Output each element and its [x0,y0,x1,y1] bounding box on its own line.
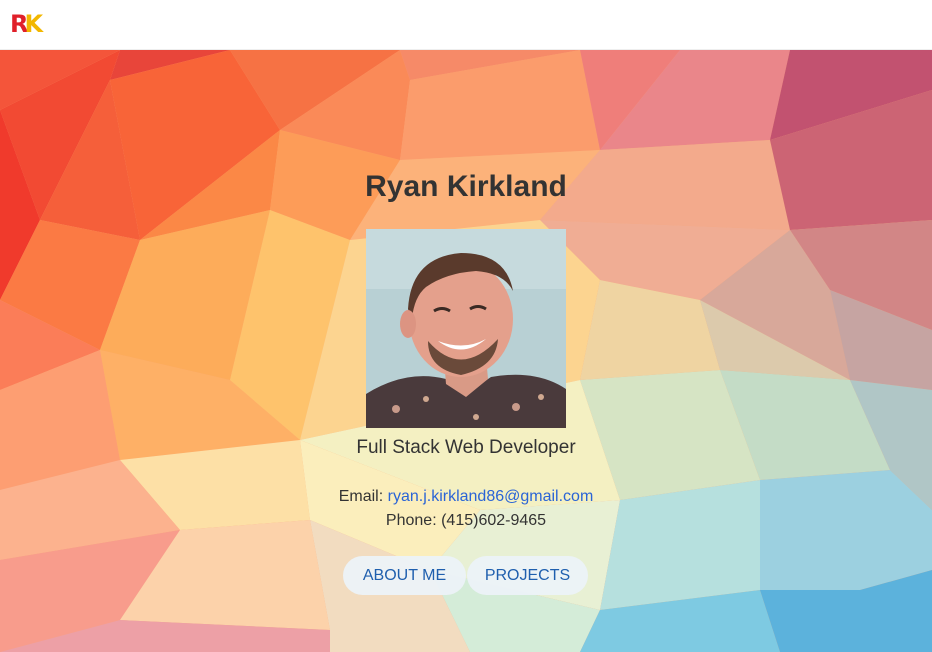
profile-name: Ryan Kirkland [365,170,567,203]
email-link[interactable]: ryan.j.kirkland86@gmail.com [388,488,594,505]
logo-letter-r: R [10,10,29,38]
email-row: Email: ryan.j.kirkland86@gmail.com [0,488,932,506]
profile-title: Full Stack Web Developer [356,437,576,458]
site-logo[interactable]: RK [10,10,43,38]
top-navbar: RK [0,0,932,50]
phone-label: Phone: [385,512,437,529]
about-me-button[interactable]: ABOUT ME [343,556,466,595]
portrait-image [366,229,566,428]
projects-button[interactable]: PROJECTS [467,556,588,595]
logo-letter-k: K [24,10,43,38]
phone-row: Phone: (415)602-9465 [0,512,932,530]
phone-value: (415)602-9465 [441,512,547,529]
profile-photo [366,229,566,428]
email-label: Email: [338,488,384,505]
hero-section: Ryan Kirkland Full Stack Web Developer E… [0,50,932,652]
profile-card: Ryan Kirkland Full Stack Web Developer E… [0,50,932,652]
